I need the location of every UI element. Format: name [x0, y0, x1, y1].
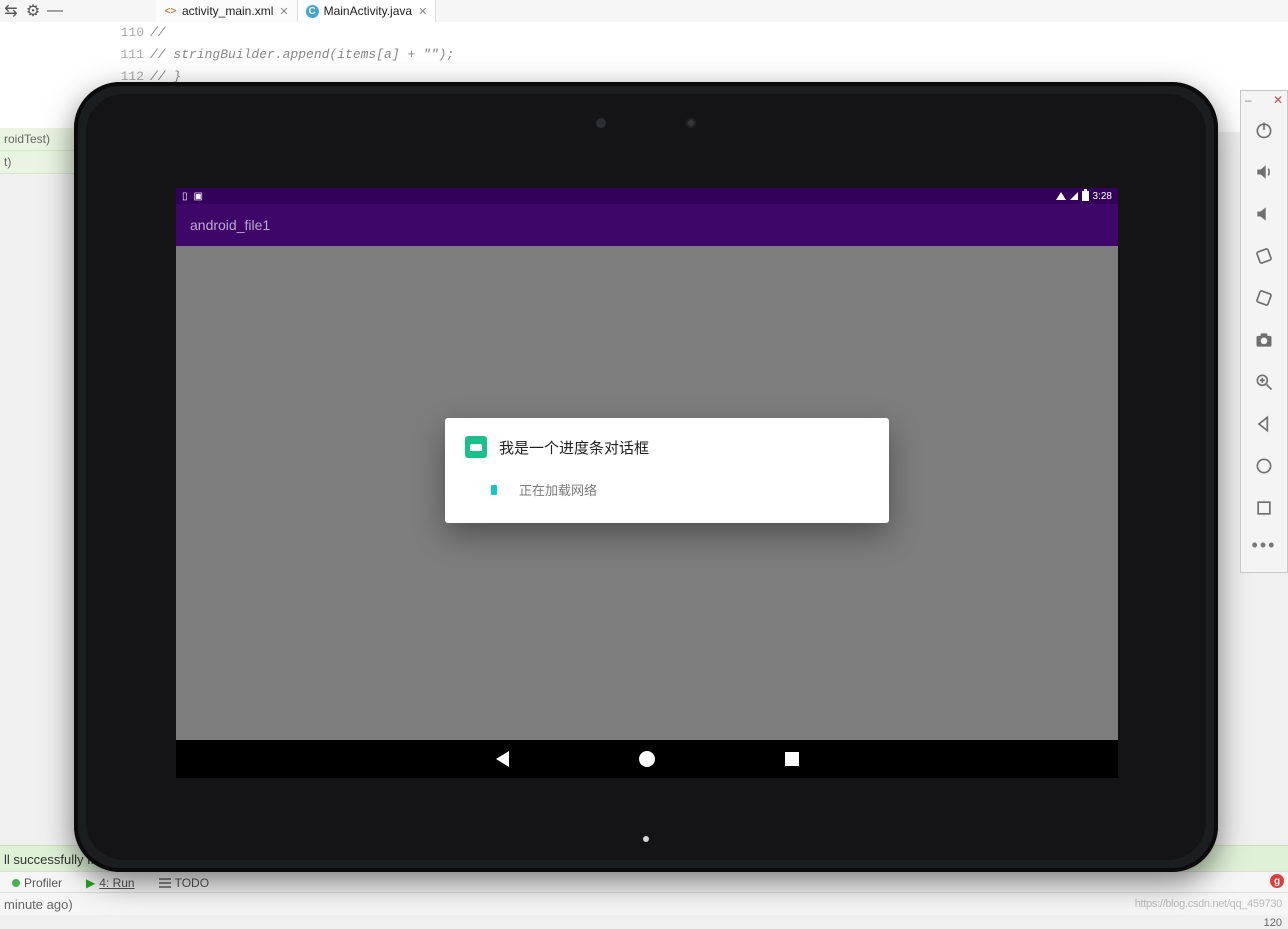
- tab-activity-main[interactable]: <> activity_main.xml ✕: [156, 0, 298, 22]
- close-icon[interactable]: ✕: [418, 5, 427, 18]
- dialog-title: 我是一个进度条对话框: [499, 437, 649, 458]
- tab-run[interactable]: ▶ 4: Run: [74, 876, 147, 890]
- home-circle-button[interactable]: [1241, 445, 1287, 487]
- play-icon: ▶: [86, 876, 95, 890]
- list-icon: [159, 878, 171, 888]
- overview-square-button[interactable]: [1241, 487, 1287, 529]
- close-icon[interactable]: ✕: [1273, 93, 1283, 107]
- wifi-icon: [1056, 192, 1066, 200]
- error-badge[interactable]: g: [1270, 874, 1284, 888]
- progress-dialog: 我是一个进度条对话框 正在加载网络: [445, 418, 889, 523]
- editor-tabs: <> activity_main.xml ✕ C MainActivity.ja…: [156, 0, 436, 22]
- app-title: android_file1: [190, 217, 270, 233]
- ide-toolbar: ⇆ ⚙ — <> activity_main.xml ✕ C MainActiv…: [0, 0, 1288, 23]
- front-camera: [686, 118, 696, 128]
- volume-down-button[interactable]: [1241, 193, 1287, 235]
- dialog-message: 正在加载网络: [519, 480, 597, 499]
- status-bar: minute ago) https://blog.csdn.net/qq_459…: [0, 892, 1288, 915]
- tab-todo[interactable]: TODO: [147, 876, 221, 890]
- emulator-device: ▯ ▣ 3:28 android_file1 我是一个进度条对话框: [74, 82, 1218, 872]
- home-indicator-dot: [643, 836, 649, 842]
- java-file-icon: C: [306, 5, 319, 18]
- watermark: https://blog.csdn.net/qq_459730: [1135, 898, 1282, 910]
- progress-spinner: [491, 485, 497, 495]
- close-icon[interactable]: ✕: [279, 5, 288, 18]
- rotate-right-button[interactable]: [1241, 277, 1287, 319]
- more-icon[interactable]: •••: [1241, 529, 1287, 562]
- app-bar: android_file1: [176, 204, 1118, 246]
- line-count: 120: [1262, 917, 1284, 929]
- volume-up-button[interactable]: [1241, 151, 1287, 193]
- android-status-bar: ▯ ▣ 3:28: [176, 188, 1118, 204]
- app-content[interactable]: 我是一个进度条对话框 正在加载网络: [176, 246, 1118, 740]
- notification-icon: ▣: [194, 191, 203, 202]
- back-button[interactable]: [496, 751, 509, 767]
- battery-icon: [1082, 191, 1089, 201]
- zoom-button[interactable]: [1241, 361, 1287, 403]
- tab-profiler[interactable]: Profiler: [0, 876, 74, 890]
- device-sensors: [74, 118, 1218, 128]
- signal-icon: [1070, 192, 1078, 200]
- dot-icon: [12, 879, 20, 887]
- notification-icon: ▯: [182, 191, 188, 202]
- android-screen[interactable]: ▯ ▣ 3:28 android_file1 我是一个进度条对话框: [176, 188, 1118, 778]
- tab-label: activity_main.xml: [182, 4, 273, 18]
- sensor-dot: [596, 118, 606, 128]
- sync-icon[interactable]: ⇆: [0, 0, 22, 22]
- minimize-icon[interactable]: –: [1245, 93, 1252, 107]
- status-text: minute ago): [4, 897, 73, 912]
- xml-file-icon: <>: [164, 5, 177, 18]
- gear-icon[interactable]: ⚙: [22, 0, 44, 22]
- rotate-left-button[interactable]: [1241, 235, 1287, 277]
- tab-label: MainActivity.java: [324, 4, 412, 18]
- home-button[interactable]: [639, 751, 655, 767]
- bottom-tool-tabs: Profiler ▶ 4: Run TODO: [0, 871, 1288, 893]
- android-icon: [465, 436, 487, 458]
- camera-button[interactable]: [1241, 319, 1287, 361]
- android-nav-bar: [176, 740, 1118, 778]
- tab-main-activity[interactable]: C MainActivity.java ✕: [298, 0, 437, 22]
- status-time: 3:28: [1093, 191, 1112, 202]
- overview-button[interactable]: [785, 752, 799, 766]
- minimize-icon[interactable]: —: [44, 0, 66, 22]
- back-button[interactable]: [1241, 403, 1287, 445]
- emulator-toolbar[interactable]: – ✕ •••: [1240, 90, 1288, 573]
- power-button[interactable]: [1241, 109, 1287, 151]
- toolbar-titlebar[interactable]: – ✕: [1241, 91, 1287, 109]
